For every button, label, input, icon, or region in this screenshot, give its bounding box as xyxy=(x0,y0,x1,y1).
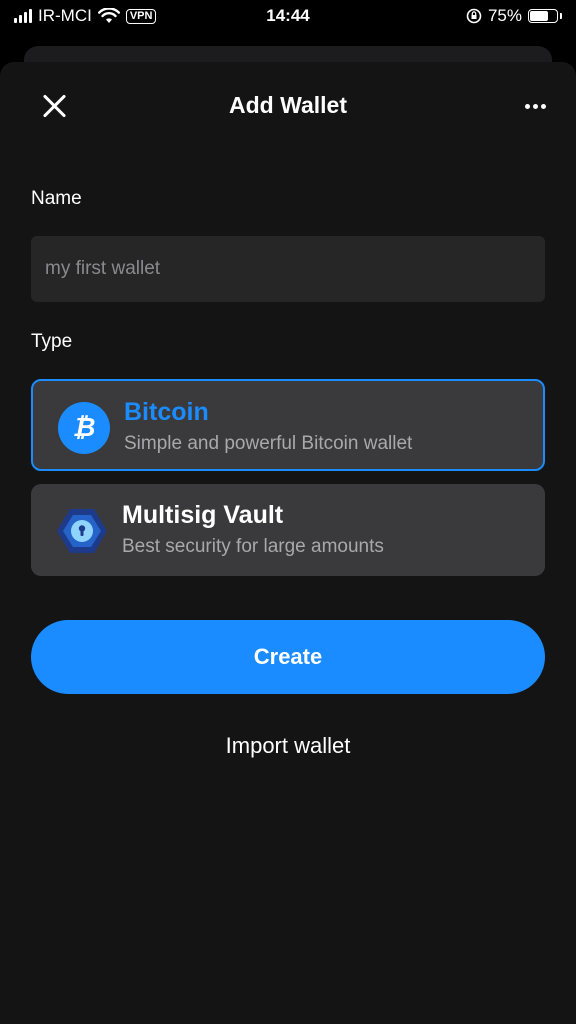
name-label: Name xyxy=(31,188,82,209)
sheet-header: Add Wallet xyxy=(0,82,576,126)
wallet-type-title: Multisig Vault xyxy=(122,501,284,529)
status-right: 75% xyxy=(466,6,562,26)
battery-cap xyxy=(560,13,562,19)
vault-icon xyxy=(56,505,108,557)
battery-level xyxy=(530,11,548,21)
wallet-type-description: Best security for large amounts xyxy=(122,536,384,557)
svg-text:₿: ₿ xyxy=(73,413,96,443)
battery-percent: 75% xyxy=(487,6,522,25)
type-label: Type xyxy=(31,331,73,352)
create-button[interactable]: Create xyxy=(31,620,545,694)
page-title: Add Wallet xyxy=(229,92,347,118)
wallet-type-title: Bitcoin xyxy=(124,398,209,426)
add-wallet-sheet: Add Wallet Name Type ₿ Bitcoin Simple an… xyxy=(0,62,576,1024)
status-bar: IR-MCI VPN 14:44 75% xyxy=(0,0,576,34)
import-wallet-link[interactable]: Import wallet xyxy=(0,733,576,759)
bitcoin-icon: ₿ xyxy=(58,402,110,454)
wallet-name-input[interactable] xyxy=(31,236,545,302)
orientation-lock-icon xyxy=(466,8,482,24)
battery-icon xyxy=(528,9,558,23)
more-options-icon[interactable] xyxy=(525,104,546,109)
wallet-type-multisig-vault[interactable]: Multisig Vault Best security for large a… xyxy=(31,484,545,576)
wallet-type-bitcoin[interactable]: ₿ Bitcoin Simple and powerful Bitcoin wa… xyxy=(31,379,545,471)
wallet-type-description: Simple and powerful Bitcoin wallet xyxy=(124,433,413,454)
